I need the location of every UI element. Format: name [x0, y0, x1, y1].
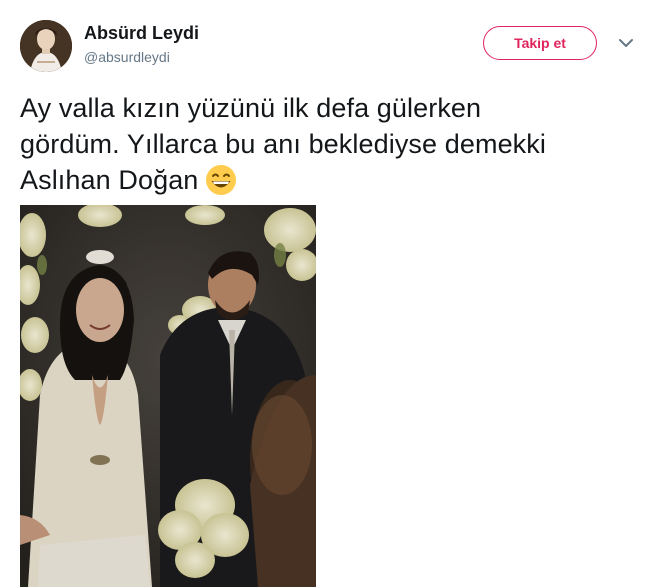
tweet-text-line: gördüm. Yıllarca bu anı beklediyse demek… [20, 129, 546, 159]
follow-button[interactable]: Takip et [483, 26, 597, 60]
tweet-text-line: Aslıhan Doğan [20, 165, 199, 195]
grinning-face-emoji-icon [204, 163, 238, 197]
author-name[interactable]: Absürd Leydi [84, 23, 199, 44]
avatar[interactable] [20, 20, 72, 72]
tweet-text-line: Ay valla kızın yüzünü ilk defa gülerken [20, 93, 482, 123]
tweet-text: Ay valla kızın yüzünü ilk defa gülerken … [20, 90, 640, 198]
author-handle[interactable]: @absurdleydi [84, 49, 170, 65]
tweet-text-line-with-emoji: Aslıhan Doğan [20, 162, 640, 198]
tweet-photo[interactable] [20, 205, 316, 587]
chevron-down-icon[interactable] [617, 36, 635, 50]
